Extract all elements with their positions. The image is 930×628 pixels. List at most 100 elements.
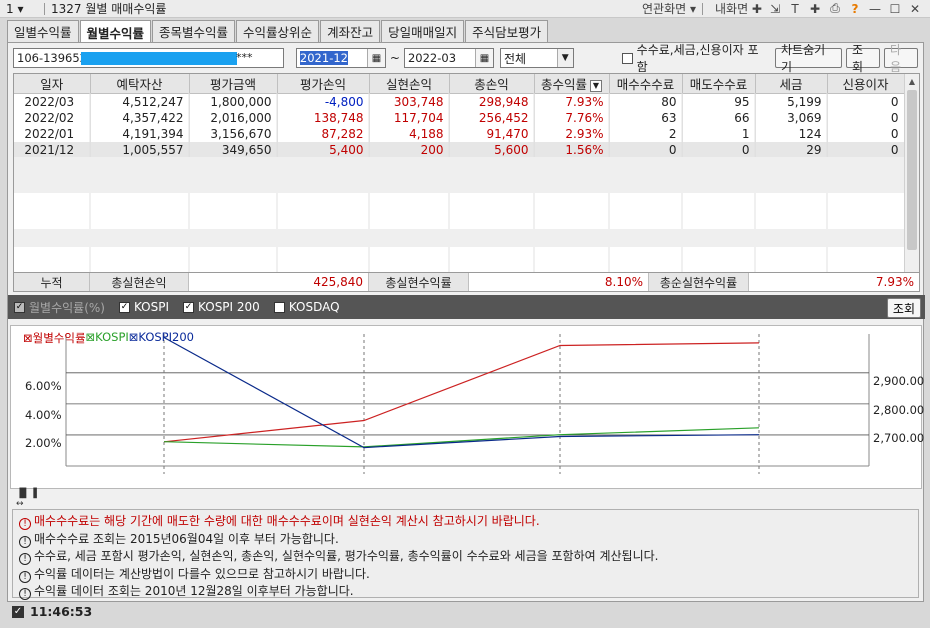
print-icon[interactable]: ⎙ — [828, 1, 842, 16]
col-eval-amount[interactable]: 평가금액 — [189, 74, 278, 94]
link-icon[interactable]: ⇲ — [768, 2, 782, 16]
tab-bar: 일별수익률 월별수익률 종목별수익률 수익률상위순 계좌잔고 당일매매일지 주식… — [7, 20, 549, 43]
opt-label: KOSDAQ — [288, 300, 340, 314]
col-date[interactable]: 일자 — [14, 74, 91, 94]
chevron-down-icon[interactable]: ▼ — [556, 49, 573, 67]
date-from-value[interactable]: 2021-12 — [299, 51, 348, 65]
related-screens-menu[interactable]: 연관화면 ▾ — [642, 0, 696, 17]
status-time: 11:46:53 — [30, 604, 93, 619]
legend-kospi200[interactable]: ⊠KOSPI200 — [129, 330, 194, 346]
table-header: 일자 예탁자산 평가금액 평가손익 실현손익 총손익 총수익률 ▼ 매수수수료 매… — [14, 74, 905, 94]
opt-kosdaq[interactable]: KOSDAQ — [273, 300, 340, 314]
notice-item: ! 수익률 데이터는 계산방법이 다를수 있으므로 참고하시기 바랍니다. — [19, 566, 912, 584]
screen-number-menu[interactable]: 1 ▾ — [0, 2, 44, 16]
col-total-return[interactable]: 총수익률 ▼ — [534, 74, 610, 94]
chart-scroll-handle[interactable]: ▐▌▐ ↔ — [16, 489, 37, 509]
col-tax[interactable]: 세금 — [755, 74, 828, 94]
opt-kospi200[interactable]: ✓ KOSPI 200 — [183, 300, 260, 314]
date-to-field[interactable]: 2022-03 ▦ — [403, 48, 494, 68]
fee-checkbox[interactable] — [621, 52, 633, 64]
col-buy-fee[interactable]: 매수수수료 — [609, 74, 683, 94]
notice-item: ! 수익률 데이터 조회는 2010년 12월28일 이후부터 가능합니다. — [19, 583, 912, 601]
tab-stock-return[interactable]: 종목별수익률 — [152, 20, 236, 42]
opt-monthly-return[interactable]: ✓ 월별수익률(%) — [14, 299, 105, 316]
col-sell-fee[interactable]: 매도수수료 — [682, 74, 756, 94]
summary-label: 누적 — [14, 273, 90, 291]
opt-label: 월별수익률(%) — [29, 300, 105, 315]
opt-kospi[interactable]: ✓ KOSPI — [118, 300, 170, 314]
close-icon[interactable]: ✕ — [908, 2, 922, 16]
status-bar: ✓ 11:46:53 — [12, 604, 92, 619]
total-realized-rate-label: 총실현수익률 — [369, 273, 469, 291]
tab-daily-journal[interactable]: 당일매매일지 — [381, 20, 465, 42]
y-right-tick: 2,800.00 — [873, 403, 925, 417]
chart-legend: ⊠월별수익률 ⊠KOSPI ⊠KOSPI200 — [23, 330, 194, 346]
tab-account-balance[interactable]: 계좌잔고 — [320, 20, 381, 42]
legend-kospi[interactable]: ⊠KOSPI — [86, 330, 129, 346]
tab-top-return[interactable]: 수익률상위순 — [236, 20, 320, 42]
net-realized-rate-value: 7.93% — [875, 275, 914, 289]
y-left-tick: 4.00% — [25, 408, 62, 422]
date-from-field[interactable]: 2021-12 ▦ — [295, 48, 386, 68]
notice-item: ! 매수수수료는 해당 기간에 매도한 수량에 대한 매수수수료이며 실현손익 계… — [19, 513, 912, 531]
calendar-icon[interactable]: ▦ — [366, 49, 385, 67]
date-to-value[interactable]: 2022-03 — [405, 51, 475, 65]
chart-query-button[interactable]: 조회 — [886, 298, 921, 318]
query-toolbar: 106-139652 *** 2021-12 ▦ ~ 2022-03 ▦ 전체 … — [13, 43, 918, 74]
legend-monthly-return[interactable]: ⊠월별수익률 — [23, 330, 86, 346]
fee-option[interactable]: 수수료,세금,신용이자 포함 — [621, 41, 769, 75]
returns-table: 일자 예탁자산 평가금액 평가손익 실현손익 총손익 총수익률 ▼ 매수수수료 매… — [13, 73, 920, 291]
help-icon[interactable]: ? — [848, 2, 862, 16]
scroll-up-icon[interactable]: ▲ — [905, 74, 919, 88]
maximize-icon[interactable]: ☐ — [888, 2, 902, 16]
total-realized-value: 425,840 — [189, 273, 369, 291]
window-title: 1327 월별 매매수익률 — [51, 2, 167, 16]
query-button[interactable]: 조회 — [845, 43, 880, 74]
tab-monthly-return[interactable]: 월별수익률 — [79, 20, 152, 43]
calendar-icon[interactable]: ▦ — [474, 49, 493, 67]
col-eval-pnl[interactable]: 평가손익 — [277, 74, 370, 94]
category-select[interactable]: 전체 ▼ — [499, 48, 574, 68]
status-checkbox-icon[interactable]: ✓ — [12, 605, 24, 618]
summary-row: 누적 총실현손익 425,840 총실현수익률 8.10% 총순실현수익률 7.… — [13, 272, 920, 292]
info-icon: ! — [19, 535, 31, 548]
info-icon: ! — [19, 518, 31, 530]
tab-daily-return[interactable]: 일별수익률 — [7, 20, 79, 42]
y-left-tick: 6.00% — [25, 379, 62, 393]
opt-label: KOSPI — [133, 300, 170, 314]
scroll-thumb[interactable] — [907, 90, 917, 250]
checkbox-icon[interactable]: ✓ — [118, 301, 130, 313]
hide-chart-button[interactable]: 차트숨기기 — [775, 43, 842, 74]
chart-svg — [65, 334, 870, 474]
sort-dropdown-icon[interactable]: ▼ — [590, 79, 602, 92]
tab-collateral[interactable]: 주식담보평가 — [465, 20, 549, 42]
text-size-icon[interactable]: T — [788, 2, 802, 16]
y-right-tick: 2,900.00 — [873, 374, 925, 388]
col-total-pnl[interactable]: 총손익 — [449, 74, 535, 94]
add-icon[interactable]: ✚ — [808, 2, 822, 16]
fee-option-label: 수수료,세금,신용이자 포함 — [636, 43, 759, 74]
vertical-scrollbar[interactable]: ▲ ▼ — [904, 74, 919, 290]
divider — [44, 2, 45, 15]
account-field[interactable]: 106-139652 *** — [13, 48, 284, 68]
checkbox-icon[interactable]: ✓ — [183, 301, 195, 313]
info-icon: ! — [19, 588, 31, 600]
series-line-0 — [163, 342, 760, 443]
range-separator: ~ — [389, 51, 400, 65]
next-button[interactable]: 다음 — [883, 43, 918, 74]
my-screen-menu[interactable]: 내화면 ✚ — [715, 0, 762, 17]
divider — [702, 2, 703, 15]
notice-item: ! 수수료, 세금 포함시 평가손익, 실현손익, 총손익, 실현수익률, 평가수… — [19, 548, 912, 566]
col-realized-pnl[interactable]: 실현손익 — [369, 74, 450, 94]
checkbox-icon[interactable] — [273, 301, 285, 313]
y-right-tick: 2,700.00 — [873, 431, 925, 445]
total-realized-label: 총실현손익 — [90, 273, 189, 291]
minimize-icon[interactable]: — — [868, 2, 882, 16]
account-redaction — [81, 52, 237, 65]
col-deposit-assets[interactable]: 예탁자산 — [90, 74, 190, 94]
col-credit-interest[interactable]: 신용이자 — [827, 74, 905, 94]
info-icon: ! — [19, 553, 31, 565]
checkbox-icon[interactable]: ✓ — [14, 301, 25, 313]
total-realized-rate-value: 8.10% — [469, 273, 649, 291]
account-number: 106-139652 — [17, 51, 87, 65]
